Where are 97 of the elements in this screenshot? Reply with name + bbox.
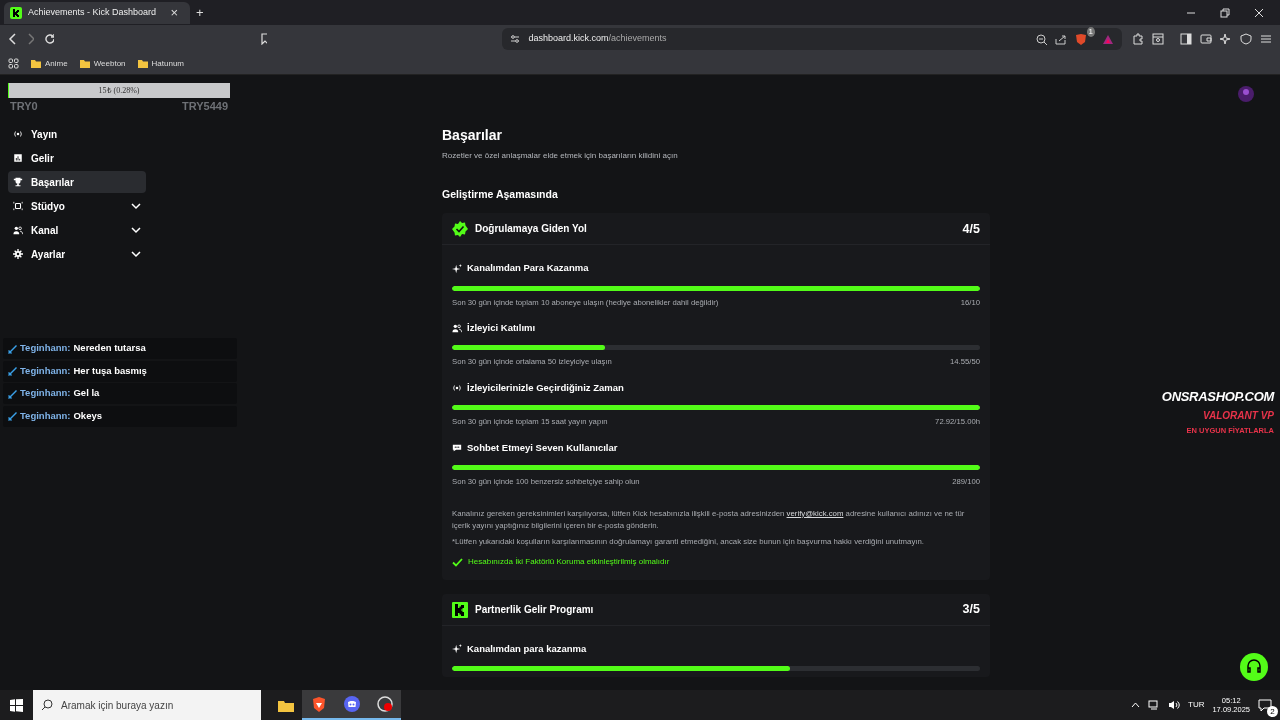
chat-username: Teginhann:: [20, 408, 71, 423]
speaker-icon[interactable]: [1168, 700, 1180, 710]
shop-brand-text: ONSRASHOP.COM: [1161, 388, 1274, 406]
chat-bubble-icon: [452, 442, 462, 453]
task-title: Sohbet Etmeyi Seven Kullanıcılar: [467, 440, 618, 455]
start-menu-icon: [10, 698, 23, 712]
page-subtitle: Rozetler ve özel anlaşmalar elde etmek için başarıların kilidini açın: [442, 149, 679, 162]
promo-headline: VALORANT VP: [1203, 410, 1274, 421]
users-icon: [452, 323, 462, 334]
settings-icon: [13, 249, 23, 259]
sparkle-icon: [452, 644, 462, 655]
zoom-out-icon[interactable]: [1036, 33, 1048, 45]
menu-icon[interactable]: [1260, 33, 1273, 45]
chat-username: Teginhann:: [20, 341, 71, 356]
apps-icon[interactable]: [8, 58, 19, 69]
users-icon: [13, 225, 23, 235]
sparkle-icon: [452, 263, 462, 274]
chat-text: Her tuşa basmış: [73, 363, 147, 378]
language-indicator[interactable]: TUR: [1188, 699, 1205, 711]
kick-logo-icon: [10, 6, 22, 19]
avatar-icon[interactable]: [1238, 86, 1254, 102]
verified-badge-icon: [452, 220, 468, 237]
broadcast-icon: [13, 129, 23, 139]
task-title: İzleyici Katılımı: [467, 321, 536, 336]
forward-icon[interactable]: [25, 33, 34, 45]
task-title: İzleyicilerinizle Geçirdiğiniz Zaman: [467, 381, 624, 395]
goal-max-amount: TRY5449: [181, 99, 228, 114]
sword-icon: [7, 388, 17, 399]
chat-text: Nereden tutarsa: [73, 341, 146, 356]
bookmark[interactable]: Anime: [31, 57, 68, 70]
folder-icon: [137, 59, 148, 68]
goal-label: 15₺ (0.28%): [97, 85, 141, 97]
sidebar-item[interactable]: Başarılar: [8, 171, 146, 193]
task-title: Kanalımdan para kazanma: [467, 642, 587, 657]
folder-icon: [79, 59, 90, 68]
bookmark-icon[interactable]: [259, 33, 268, 45]
taskbar-app-button[interactable]: [302, 690, 335, 720]
achievement-title: Partnerlik Gelir Programı: [475, 603, 594, 618]
sidebar-item[interactable]: Ayarlar: [8, 243, 146, 265]
address-bar[interactable]: dashboard.kick.com/achievements 1: [502, 28, 1123, 50]
task-title: Kanalımdan Para Kazanma: [467, 261, 589, 276]
page-title: Başarılar: [442, 127, 503, 144]
sidebar-item[interactable]: Stüdyo: [8, 195, 146, 217]
goal-min-amount: TRY0: [10, 99, 38, 114]
camera-frame-icon: [13, 201, 23, 211]
trophy-icon: [13, 177, 23, 187]
chat-text: Okeys: [73, 408, 102, 423]
completed-count: 4/5: [962, 220, 980, 238]
vpn-shield-icon[interactable]: [1240, 33, 1253, 45]
bookmark[interactable]: Weebton: [79, 57, 126, 70]
sidebar-icon[interactable]: [1180, 33, 1193, 45]
chat-app-icon: [343, 696, 360, 712]
new-tab-button[interactable]: +: [190, 6, 210, 19]
sparkle-icon[interactable]: [1220, 33, 1233, 45]
notification-count: 2: [1267, 705, 1278, 717]
kick-logo-icon: [452, 601, 468, 618]
completed-count: 3/5: [962, 601, 980, 619]
search-icon: [41, 699, 53, 711]
achievement-title: Doğrulamaya Giden Yol: [475, 222, 587, 237]
shield-extension-icon[interactable]: [1075, 32, 1088, 46]
puzzle-icon[interactable]: [1132, 33, 1145, 45]
wallet-icon[interactable]: [1200, 33, 1213, 45]
back-icon[interactable]: [8, 33, 16, 45]
folder-icon: [31, 59, 41, 68]
sword-icon: [7, 411, 17, 421]
extension-badge: 1: [1086, 26, 1096, 37]
chat-text: Gel la: [73, 386, 100, 401]
chevron-up-icon[interactable]: [1131, 702, 1140, 708]
window-search-icon[interactable]: [1152, 33, 1165, 45]
network-icon[interactable]: [1148, 700, 1160, 710]
sidebar-item[interactable]: Yayın: [8, 123, 146, 145]
triangle-extension-icon[interactable]: [1102, 33, 1115, 45]
support-button-icon[interactable]: [1240, 653, 1268, 681]
tab-title[interactable]: Achievements - Kick Dashboard: [28, 5, 157, 20]
sidebar-item[interactable]: Kanal: [8, 219, 146, 241]
sword-icon: [7, 366, 17, 376]
chat-username: Teginhann:: [20, 363, 71, 378]
bookmark[interactable]: Hatunum: [137, 57, 185, 70]
taskbar-app-button[interactable]: [368, 690, 401, 720]
url-text[interactable]: dashboard.kick.com/achievements: [528, 32, 667, 46]
taskbar-search-field[interactable]: Aramak için buraya yazın: [33, 690, 261, 720]
share-icon[interactable]: [1055, 33, 1068, 45]
shield-icon: [311, 696, 326, 712]
close-icon[interactable]: [1254, 7, 1264, 18]
chart-icon: [13, 153, 23, 163]
restore-icon[interactable]: [1220, 7, 1230, 18]
section-heading: Geliştirme Aşamasında: [442, 187, 559, 201]
sidebar-item[interactable]: Gelir: [8, 147, 146, 169]
tab-close-button[interactable]: ×: [164, 6, 184, 19]
site-settings-icon[interactable]: [510, 34, 521, 44]
sword-icon: [7, 343, 17, 354]
chat-username: Teginhann:: [20, 386, 71, 401]
reload-icon[interactable]: [43, 33, 54, 45]
notification-icon[interactable]: [1258, 698, 1272, 712]
requirement-text: Hesabınızda İki Faktörlü Koruma etkinleştirilmiş olmalıdır: [468, 555, 670, 568]
record-icon: [376, 696, 393, 712]
folder-icon: [277, 698, 294, 712]
